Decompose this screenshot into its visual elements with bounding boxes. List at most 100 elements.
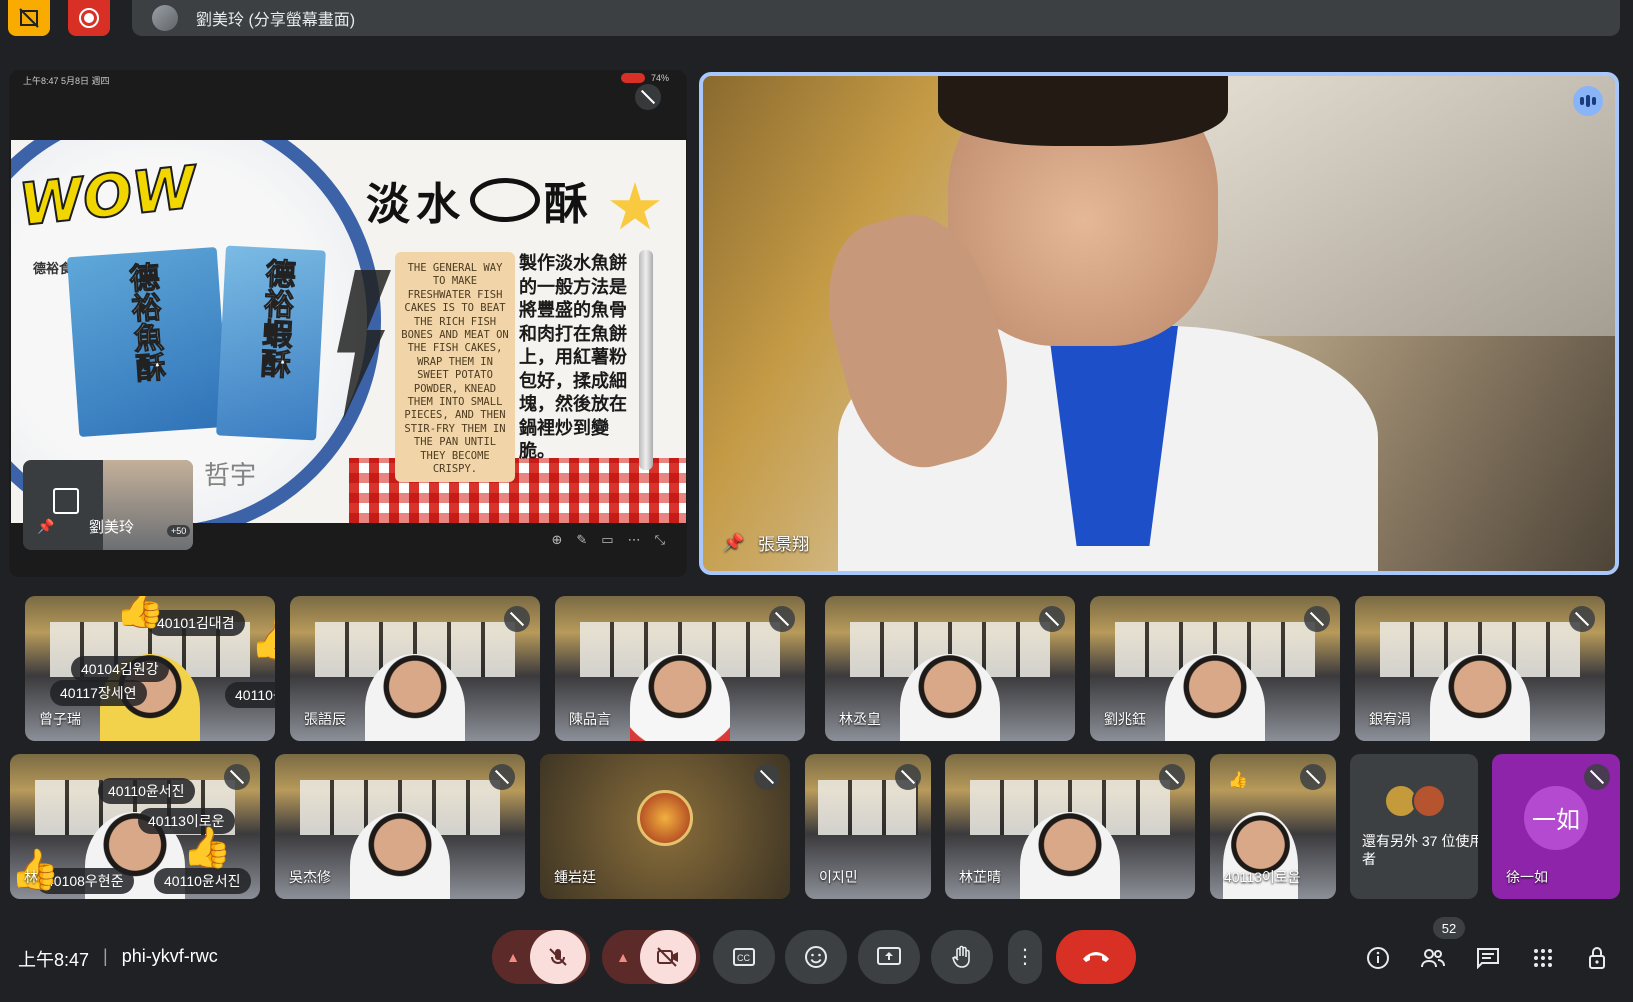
mic-off-icon [754,764,780,790]
info-icon [1367,947,1389,969]
captions-button[interactable]: CC [713,930,775,984]
participant-name: 徐一如 [1506,869,1548,885]
meeting-code[interactable]: phi-ykvf-rwc [122,946,218,972]
slide-name: 哲宇 [204,460,257,490]
product-bag-1: 德裕魚酥 [66,246,230,438]
chat-button[interactable] [1470,940,1506,976]
keyboard-icon[interactable]: ▭ [601,532,613,548]
mic-off-icon [635,84,661,110]
participant-tile[interactable]: 鍾岩廷 [540,754,790,899]
participant-tile[interactable]: 40101김대겸 40104김원강 40117장세연 40110윤서진 👍 👍 … [25,596,275,741]
mic-off-icon [1569,606,1595,632]
participant-tile[interactable]: 👍 40113이로운 [1210,754,1336,899]
participant-name: 林丞皇 [839,711,881,727]
pin-icon[interactable]: 📌 [723,533,744,553]
star-icon [610,182,660,230]
reaction-tag: 40110윤서진 [225,682,275,708]
participants-count-badge: 52 [1433,917,1465,939]
raise-hand-button[interactable] [931,930,993,984]
participant-name: 吳杰修 [289,869,331,885]
shared-screen-status-time: 上午8:47 5月8日 週四 [23,76,110,86]
meeting-details-button[interactable] [1360,940,1396,976]
product-bag-2: 德裕蝦酥 [216,245,326,441]
mic-off-icon [489,764,515,790]
activities-button[interactable] [1525,940,1561,976]
participant-name: 銀宥涓 [1369,711,1411,727]
fish-drawing-icon [470,178,540,222]
participant-tile[interactable]: 張語辰 [290,596,540,741]
meeting-info: 上午8:47 | phi-ykvf-rwc [18,946,218,972]
bag2-text: 德裕蝦酥 [255,257,295,380]
presenter-banner[interactable]: 劉美玲 (分享螢幕畫面) [132,0,1620,36]
chinese-description: 製作淡水魚餅的一般方法是將豐盛的魚骨和肉打在魚餅上，用紅薯粉包好，揉成細塊，然後… [519,253,627,461]
zoom-icon[interactable]: ⊕ [551,532,562,548]
pin-icon[interactable]: 📌 [37,518,54,535]
self-view-tile[interactable]: 📌 劉美玲 [23,460,193,550]
collapse-icon[interactable]: ⤡ [655,532,665,548]
speaking-indicator-icon [1573,86,1603,116]
presenter-avatar [152,5,178,31]
shared-screen-status-right: 74% [620,73,669,83]
people-button[interactable] [1415,940,1451,976]
participant-name: 이지민 [819,869,858,885]
participant-name: 張語辰 [304,711,346,727]
reaction-tag: 40117장세연 [50,680,147,706]
mic-options-chevron-icon[interactable]: ▲ [496,949,530,965]
participant-name: 陳品言 [569,711,611,727]
pen-icon[interactable]: ✎ [576,532,587,548]
participant-tile[interactable]: 40110윤서진 40113이로운 40108우현준 40110윤서진 👍 👍 … [10,754,260,899]
more-dots-icon[interactable]: ⋯ [628,532,641,548]
others-tile[interactable]: 還有另外 37 位使用者 [1350,754,1478,899]
slide-title-left: 淡水 [366,180,466,229]
mic-off-icon [1584,764,1610,790]
avatar: 一如 [1524,785,1588,850]
participant-name: 40113이로운 [1224,869,1301,885]
presentation-tile[interactable]: 上午8:47 5月8日 週四 74% WOW 德裕食品 德裕魚酥 德裕蝦酥 景翔… [9,70,687,577]
rec-indicator-icon [620,73,645,83]
participant-name: 劉兆鈺 [1104,711,1146,727]
participant-tile[interactable]: 吳杰修 [275,754,525,899]
mic-off-icon [504,606,530,632]
mic-toggle-button[interactable] [530,930,586,984]
participant-tile[interactable]: 劉兆鈺 [1090,596,1340,741]
present-button[interactable] [858,930,920,984]
camera-toggle-button[interactable] [640,930,696,984]
raise-hand-icon [952,945,970,968]
participant-tile[interactable]: 이지민 [805,754,931,899]
separator: | [103,946,108,966]
mic-control-group: ▲ [492,930,590,984]
current-time: 上午8:47 [18,950,90,970]
camera-off-icon [657,947,678,967]
recording-icon[interactable] [68,0,110,36]
participant-tile[interactable]: 陳品言 [555,596,805,741]
present-screen-icon [877,947,901,965]
participant-tile[interactable]: 一如 徐一如 [1492,754,1620,899]
participant-tile[interactable]: 銀宥涓 [1355,596,1605,741]
apps-grid-icon [1534,949,1552,967]
emoji-icon [805,946,827,968]
others-count-label: 還有另外 37 位使用者 [1362,833,1478,867]
emoji-button[interactable] [785,930,847,984]
featured-participant-tile[interactable]: 📌 張景翔 [699,72,1619,575]
end-call-button[interactable] [1056,930,1136,984]
reaction-tag: 40104김원강 [71,656,169,682]
battery-level: 74% [650,73,669,83]
reaction-count: +50 [167,525,191,537]
participant-name: 林 [24,869,38,885]
mic-off-icon [1304,606,1330,632]
participant-tile[interactable]: 林丞皇 [825,596,1075,741]
more-options-button[interactable]: ⋮ [1008,930,1042,984]
fork-icon [639,250,653,470]
camera-options-chevron-icon[interactable]: ▲ [606,949,640,965]
people-icon [1421,949,1445,968]
host-controls-button[interactable] [1580,940,1616,976]
mic-off-icon [769,606,795,632]
avatar-emblem-icon [637,789,693,846]
mic-off-icon [1159,764,1185,790]
captions-off-icon[interactable] [8,0,50,36]
reaction-tag: 40110윤서진 [154,868,251,894]
participant-video [798,76,1378,571]
reaction-tag: 40110윤서진 [98,778,195,804]
participant-tile[interactable]: 林芷晴 [945,754,1195,899]
bag1-text: 德裕魚酥 [123,261,165,384]
